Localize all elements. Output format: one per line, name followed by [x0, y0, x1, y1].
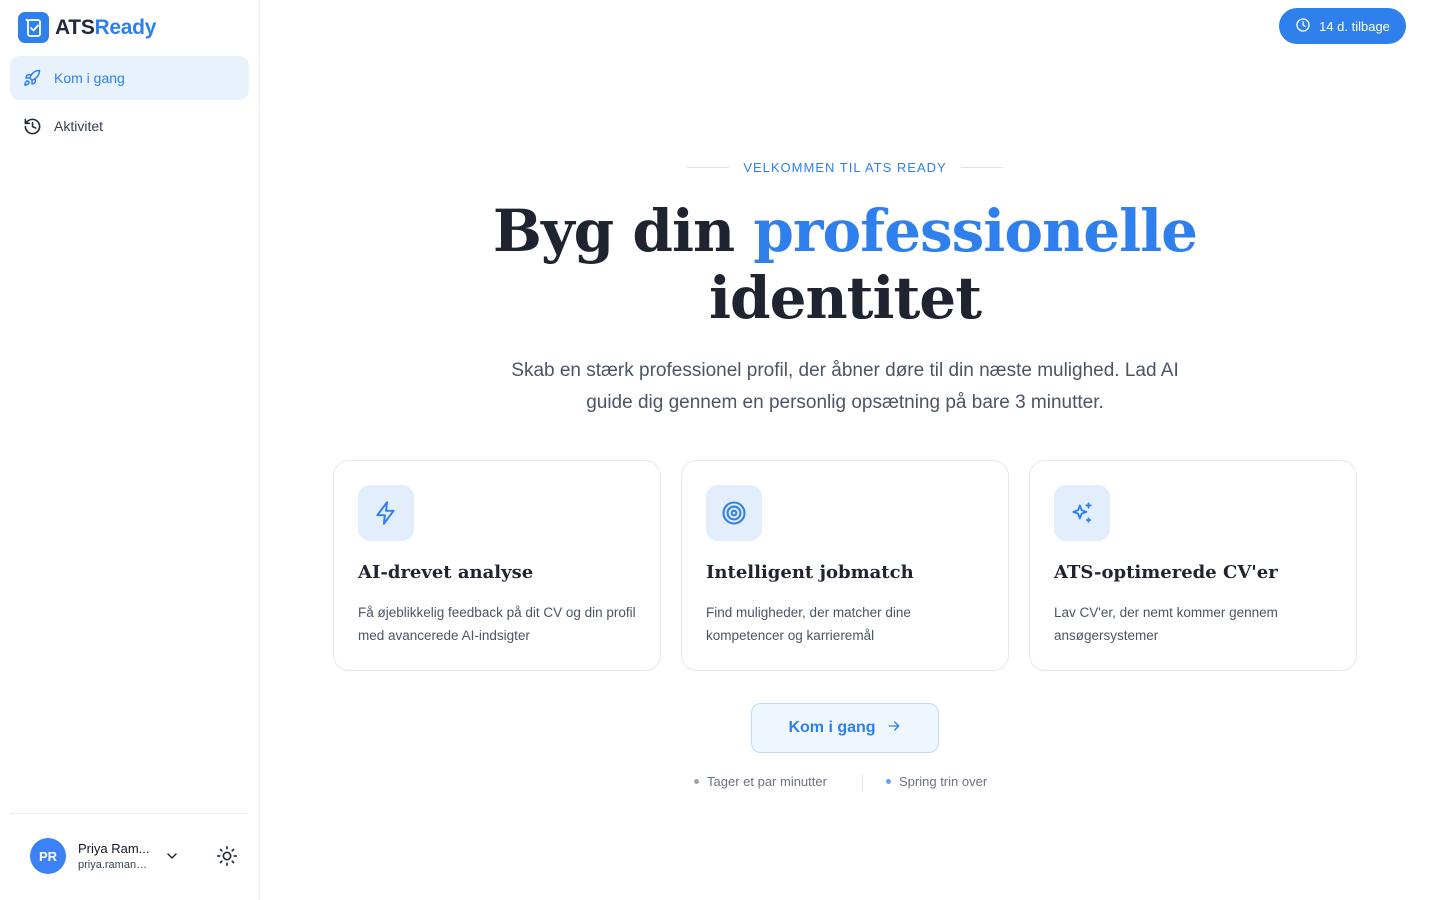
app-name: ATSReady [55, 15, 157, 39]
sun-icon[interactable] [216, 845, 238, 867]
avatar: PR [30, 838, 66, 874]
chevron-down-icon[interactable] [164, 848, 180, 864]
feature-desc: Find muligheder, der matcher dine kompet… [706, 605, 911, 643]
feature-desc: Lav CV'er, der nemt kommer gennem ansøge… [1054, 605, 1278, 643]
get-started-button[interactable]: Kom i gang [751, 703, 939, 753]
feature-card-ats-cv: ATS-optimerede CV'er Lav CV'er, der nemt… [1029, 460, 1357, 671]
user-menu[interactable]: PR Priya Ram... priya.raman@... [30, 838, 177, 874]
feature-desc: Få øjeblikkelig feedback på dit CV og di… [358, 605, 636, 643]
history-icon [22, 116, 42, 136]
dot-icon [694, 779, 699, 784]
lightning-icon [358, 485, 414, 541]
page-title-line2: identitet [709, 264, 982, 332]
clock-icon [1295, 17, 1311, 36]
dot-icon [886, 779, 891, 784]
sidebar-divider [10, 813, 248, 814]
eyebrow-line-left [687, 167, 729, 168]
rocket-icon [22, 68, 42, 88]
sidebar-item-aktivitet[interactable]: Aktivitet [10, 104, 249, 148]
sidebar: ATSReady Kom i gang Aktivitet PR Priya R… [0, 0, 260, 900]
arrow-right-icon [886, 718, 902, 739]
meta-duration: Tager et par minutter [694, 774, 827, 789]
feature-card-ai-analyse: AI-drevet analyse Få øjeblikkelig feedba… [333, 460, 661, 671]
sidebar-item-label: Aktivitet [54, 118, 104, 134]
get-started-label: Kom i gang [788, 719, 876, 736]
trial-badge[interactable]: 14 d. tilbage [1279, 8, 1406, 44]
user-info: Priya Ram... priya.raman@... [78, 841, 156, 871]
title-highlight: professionelle [753, 197, 1198, 265]
sidebar-item-kom-i-gang[interactable]: Kom i gang [10, 56, 249, 100]
meta-duration-text: Tager et par minutter [707, 774, 827, 789]
meta-divider [862, 774, 863, 792]
meta-skip-text: Spring trin over [899, 774, 988, 789]
feature-title: ATS-optimerede CV'er [1054, 562, 1278, 583]
feature-title: AI-drevet analyse [358, 562, 534, 583]
eyebrow: VELKOMMEN TIL ATS READY [687, 160, 1003, 175]
target-icon [706, 485, 762, 541]
meta-skip[interactable]: Spring trin over [886, 774, 987, 789]
app-logo[interactable]: ATSReady [18, 12, 156, 43]
logo-mark-icon [18, 12, 49, 43]
sidebar-item-label: Kom i gang [54, 70, 125, 86]
feature-title: Intelligent jobmatch [706, 562, 914, 583]
page-subtitle: Skab en stærk professionel profil, der å… [511, 360, 1179, 413]
sparkles-icon [1054, 485, 1110, 541]
eyebrow-text: VELKOMMEN TIL ATS READY [743, 160, 947, 175]
user-email: priya.raman@... [78, 859, 156, 871]
eyebrow-line-right [961, 167, 1003, 168]
user-name: Priya Ram... [78, 841, 150, 856]
trial-label: 14 d. tilbage [1319, 18, 1390, 34]
page-title: Byg din professionelle [492, 197, 1198, 265]
sidebar-nav: Kom i gang Aktivitet [10, 56, 249, 152]
feature-card-jobmatch: Intelligent jobmatch Find muligheder, de… [681, 460, 1009, 671]
